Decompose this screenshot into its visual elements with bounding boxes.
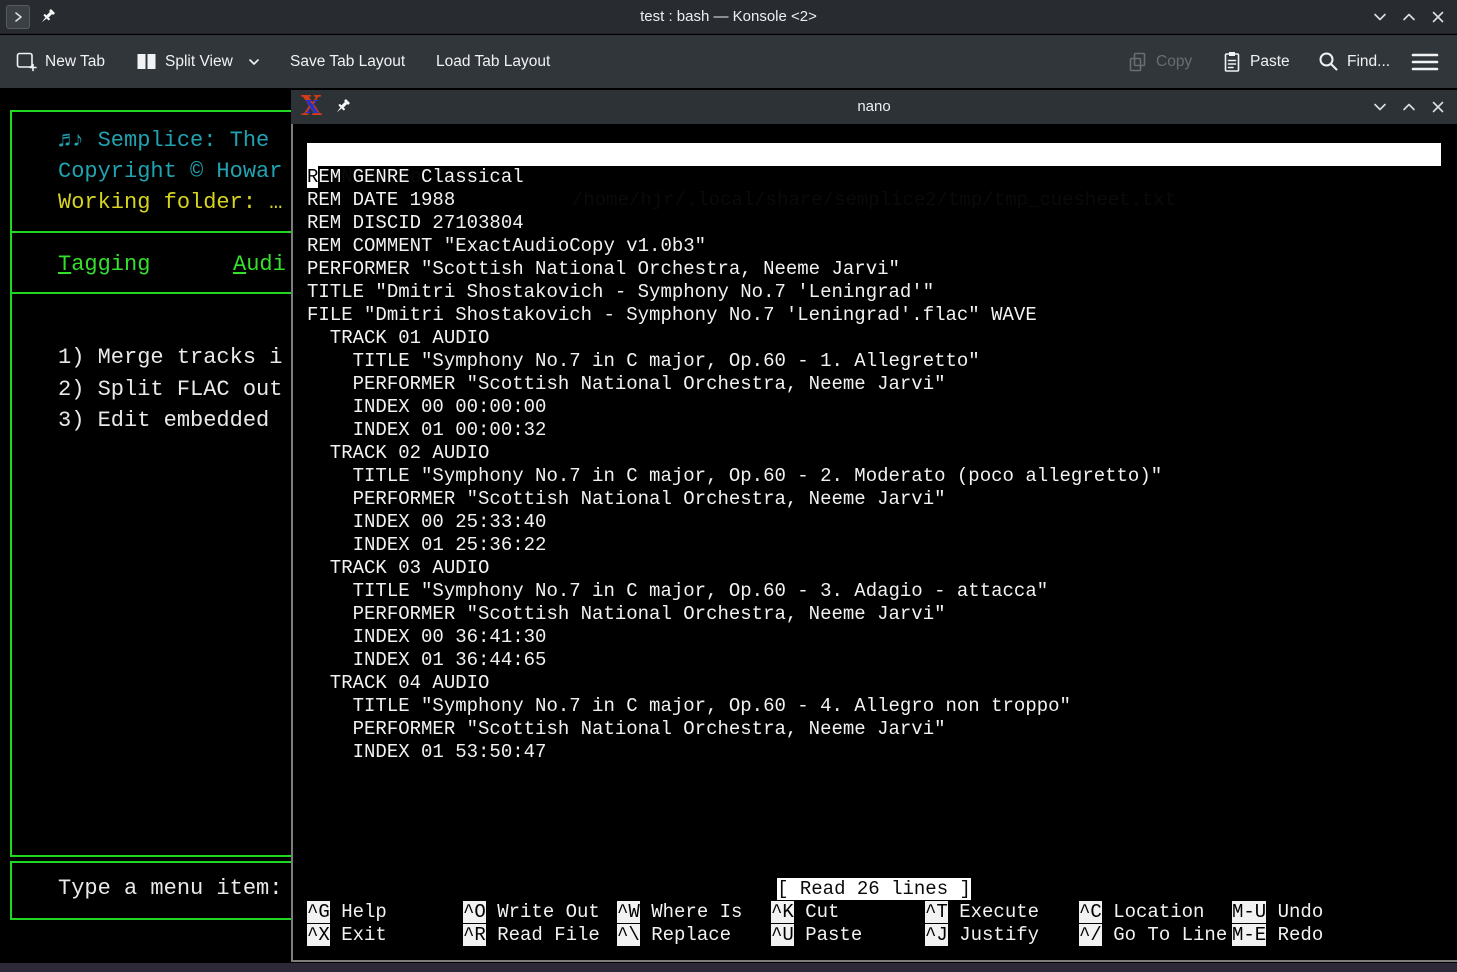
paste-button[interactable]: Paste <box>1222 35 1290 88</box>
nano-shortcuts-row2: ^X Exit ^R Read File ^\ Replace ^U Paste ^J … <box>293 924 1457 947</box>
nano-file-line: PERFORMER "Scottish National Orchestra, … <box>307 718 1441 741</box>
nano-shortcut: ^\ Replace <box>617 924 731 947</box>
load-tab-layout-button[interactable]: Load Tab Layout <box>436 35 550 88</box>
save-tab-layout-button[interactable]: Save Tab Layout <box>290 35 405 88</box>
nano-shortcut: M-U Undo <box>1232 901 1323 924</box>
split-view-label: Split View <box>165 53 233 71</box>
nano-shortcut: ^T Execute <box>925 901 1039 924</box>
nano-file-line: TITLE "Symphony No.7 in C major, Op.60 -… <box>307 465 1441 488</box>
nano-shortcut: ^R Read File <box>463 924 600 947</box>
nano-file-line: PERFORMER "Scottish National Orchestra, … <box>307 488 1441 511</box>
copy-label: Copy <box>1156 53 1192 71</box>
find-button[interactable]: Find... <box>1318 35 1390 88</box>
nano-terminal[interactable]: GNU nano 7.2 /home/hjr/.local/share/semp… <box>291 124 1457 962</box>
nano-shortcuts-row1: ^G Help ^O Write Out ^W Where Is ^K Cut ^T E… <box>293 901 1457 924</box>
nano-file-line: INDEX 01 25:36:22 <box>307 534 1441 557</box>
menu-item-1: 1) Merge tracks i <box>58 345 282 370</box>
save-tab-layout-label: Save Tab Layout <box>290 53 405 71</box>
split-view-button[interactable]: Split View <box>136 35 261 88</box>
find-label: Find... <box>1347 53 1390 71</box>
window-bottom-edge <box>0 963 1457 972</box>
nano-file-line: REM DISCID 27103804 <box>307 212 1441 235</box>
nano-file-line: TRACK 03 AUDIO <box>307 557 1441 580</box>
search-icon <box>1318 51 1339 72</box>
tab-tagging[interactable]: Tagging <box>58 252 150 277</box>
nano-file-line: TITLE "Dmitri Shostakovich - Symphony No… <box>307 281 1441 304</box>
close-button[interactable] <box>1430 9 1446 25</box>
minimize-button[interactable] <box>1372 99 1388 115</box>
tab-audio[interactable]: Audi <box>233 252 286 277</box>
nano-file-line: INDEX 00 00:00:00 <box>307 396 1441 419</box>
nano-file-line: REM COMMENT "ExactAudioCopy v1.0b3" <box>307 235 1441 258</box>
nano-file-line: TRACK 01 AUDIO <box>307 327 1441 350</box>
load-tab-layout-label: Load Tab Layout <box>436 53 550 71</box>
nano-file-line: INDEX 00 36:41:30 <box>307 626 1441 649</box>
nano-shortcut: ^C Location <box>1079 901 1204 924</box>
split-view-icon <box>136 51 157 72</box>
minimize-button[interactable] <box>1372 9 1388 25</box>
split-view-caret-icon <box>247 57 261 67</box>
new-tab-icon <box>16 51 37 72</box>
nano-file-line: FILE "Dmitri Shostakovich - Symphony No.… <box>307 304 1441 327</box>
menu-prompt: Type a menu item: <box>58 876 282 901</box>
nano-shortcut: ^G Help <box>307 901 387 924</box>
semplice-app-title: ♬♪ Semplice: The <box>58 128 269 153</box>
nano-file-line: INDEX 00 25:33:40 <box>307 511 1441 534</box>
menu-item-2: 2) Split FLAC out <box>58 377 282 402</box>
close-button[interactable] <box>1430 99 1446 115</box>
copy-icon <box>1128 52 1148 72</box>
nano-file-line: INDEX 01 36:44:65 <box>307 649 1441 672</box>
nano-file-line: REM GENRE Classical <box>307 166 1441 189</box>
nano-shortcut: ^O Write Out <box>463 901 600 924</box>
nano-file-line: PERFORMER "Scottish National Orchestra, … <box>307 603 1441 626</box>
nano-buffer: REM GENRE ClassicalREM DATE 1988REM DISC… <box>307 166 1441 764</box>
nano-file-line: TITLE "Symphony No.7 in C major, Op.60 -… <box>307 580 1441 603</box>
maximize-button[interactable] <box>1401 99 1417 115</box>
hamburger-menu-icon[interactable] <box>1410 52 1440 72</box>
nano-file-line: PERFORMER "Scottish National Orchestra, … <box>307 258 1441 281</box>
menu-item-3: 3) Edit embedded <box>58 408 269 433</box>
nano-file-line: TITLE "Symphony No.7 in C major, Op.60 -… <box>307 695 1441 718</box>
new-tab-button[interactable]: New Tab <box>16 35 105 88</box>
nano-file-line: TRACK 02 AUDIO <box>307 442 1441 465</box>
nano-window-title: nano <box>291 90 1457 124</box>
konsole-titlebar: test : bash — Konsole <2> <box>0 0 1457 34</box>
copy-button[interactable]: Copy <box>1128 35 1192 88</box>
window-title: test : bash — Konsole <2> <box>0 0 1457 34</box>
paste-icon <box>1222 51 1242 73</box>
nano-file-line: INDEX 01 53:50:47 <box>307 741 1441 764</box>
semplice-working-folder: Working folder: … <box>58 190 282 215</box>
semplice-copyright: Copyright © Howar <box>58 159 282 184</box>
nano-cursor: R <box>307 166 318 188</box>
nano-header-bar: GNU nano 7.2 /home/hjr/.local/share/semp… <box>307 143 1441 166</box>
new-tab-label: New Tab <box>45 53 105 71</box>
nano-file-line: TITLE "Symphony No.7 in C major, Op.60 -… <box>307 350 1441 373</box>
nano-shortcut: ^U Paste <box>771 924 862 947</box>
nano-shortcut: ^/ Go To Line <box>1079 924 1227 947</box>
nano-file-line: PERFORMER "Scottish National Orchestra, … <box>307 373 1441 396</box>
nano-titlebar: XX nano <box>291 90 1457 124</box>
nano-status-line: [ Read 26 lines ] <box>307 878 1441 901</box>
nano-shortcut: ^K Cut <box>771 901 839 924</box>
nano-status-message: [ Read 26 lines ] <box>777 878 971 900</box>
nano-shortcut: ^X Exit <box>307 924 387 947</box>
nano-shortcut: ^J Justify <box>925 924 1039 947</box>
nano-shortcut: M-E Redo <box>1232 924 1323 947</box>
paste-label: Paste <box>1250 53 1290 71</box>
maximize-button[interactable] <box>1401 9 1417 25</box>
nano-file-line: TRACK 04 AUDIO <box>307 672 1441 695</box>
nano-shortcut: ^W Where Is <box>617 901 742 924</box>
nano-file-line: REM DATE 1988 <box>307 189 1441 212</box>
konsole-toolbar: New Tab Split View Save Tab Layout Load … <box>0 35 1457 88</box>
nano-window: XX nano GNU nano 7.2 /home/hjr/.local/sh… <box>291 90 1457 962</box>
nano-file-line: INDEX 01 00:00:32 <box>307 419 1441 442</box>
